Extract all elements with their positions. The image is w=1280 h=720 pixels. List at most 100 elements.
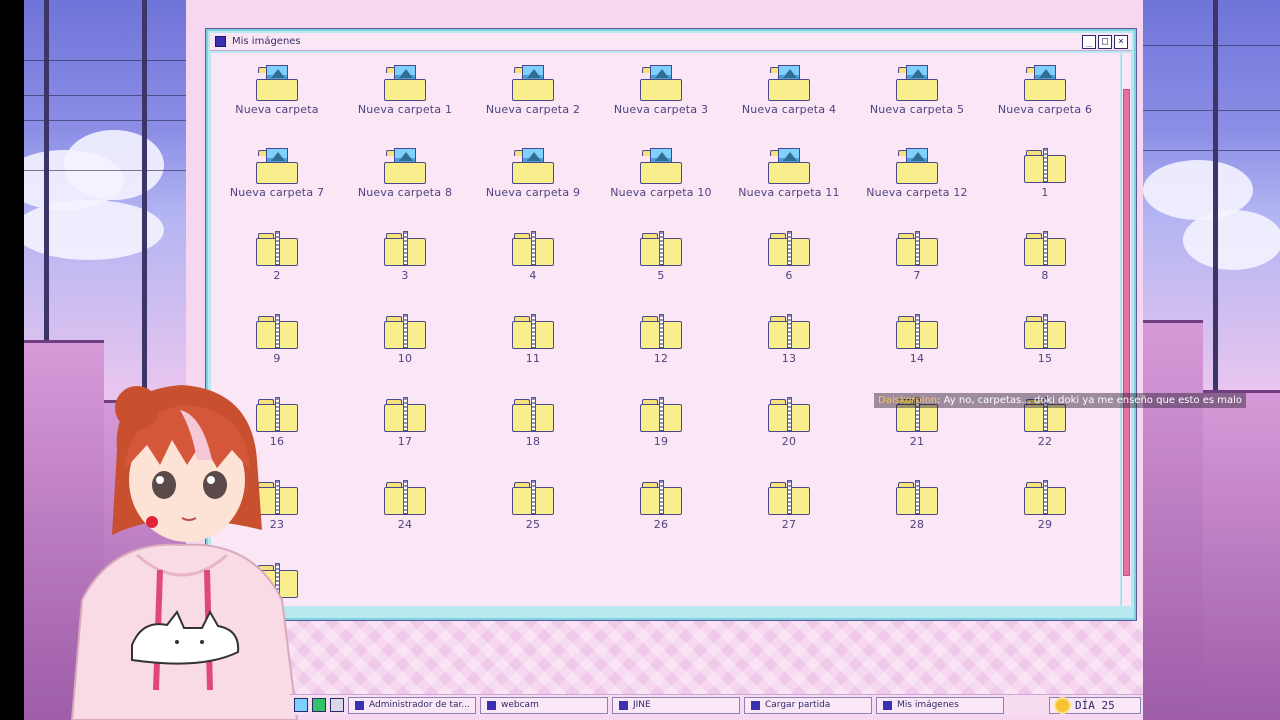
task-label: Administrador de tar... xyxy=(369,700,471,710)
folder-label: 11 xyxy=(525,352,541,365)
folder-item[interactable]: 18 xyxy=(469,391,597,474)
folder-item[interactable]: Nueva carpeta 9 xyxy=(469,142,597,225)
right-scenery xyxy=(1143,0,1280,720)
folder-item[interactable]: Nueva carpeta 11 xyxy=(725,142,853,225)
close-button[interactable]: × xyxy=(1114,34,1128,49)
zip-folder-icon xyxy=(512,480,554,516)
vertical-scrollbar[interactable] xyxy=(1121,53,1131,606)
folder-item[interactable]: Nueva carpeta 12 xyxy=(853,142,981,225)
picture-folder-icon xyxy=(640,148,682,184)
task-window-icon xyxy=(487,700,496,710)
task-label: Cargar partida xyxy=(765,700,831,710)
task-webcam[interactable]: webcam xyxy=(480,696,608,714)
folder-label: 9 xyxy=(273,352,281,365)
zip-folder-icon xyxy=(256,314,298,350)
task-label: Mis imágenes xyxy=(897,700,959,710)
folder-item[interactable]: 26 xyxy=(597,474,725,557)
folder-item[interactable]: 11 xyxy=(469,308,597,391)
zip-folder-icon xyxy=(896,231,938,267)
zip-folder-icon xyxy=(384,231,426,267)
folder-label: Nueva carpeta xyxy=(235,103,319,116)
folder-item[interactable]: 19 xyxy=(597,391,725,474)
file-grid: Nueva carpeta Nueva carpeta 1 Nueva carpet… xyxy=(211,53,1120,606)
chat-text: : Ay no, carpetas... doki doki ya me ens… xyxy=(937,395,1243,406)
folder-item[interactable]: 8 xyxy=(981,225,1109,308)
folder-item[interactable]: 14 xyxy=(853,308,981,391)
folder-item[interactable]: 7 xyxy=(853,225,981,308)
folder-item[interactable]: 1 xyxy=(981,142,1109,225)
folder-label: 14 xyxy=(909,352,925,365)
folder-label: 28 xyxy=(909,518,925,531)
task-jine[interactable]: JINE xyxy=(612,696,740,714)
scroll-thumb[interactable] xyxy=(1123,89,1130,576)
picture-folder-icon xyxy=(512,65,554,101)
folder-item[interactable]: Nueva carpeta 3 xyxy=(597,59,725,142)
sun-icon xyxy=(1056,698,1069,712)
folder-item[interactable]: 9 xyxy=(213,308,341,391)
folder-label: 25 xyxy=(525,518,541,531)
window-controls: _ □ × xyxy=(1082,34,1128,49)
picture-folder-icon xyxy=(256,65,298,101)
folder-item[interactable]: 15 xyxy=(981,308,1109,391)
folder-item[interactable]: Nueva carpeta 6 xyxy=(981,59,1109,142)
folder-label: 4 xyxy=(529,269,537,282)
folder-item[interactable]: Nueva carpeta xyxy=(213,59,341,142)
minimize-button[interactable]: _ xyxy=(1082,34,1096,49)
folder-item[interactable]: Nueva carpeta 5 xyxy=(853,59,981,142)
folder-item[interactable]: 28 xyxy=(853,474,981,557)
folder-item[interactable]: 29 xyxy=(981,474,1109,557)
folder-item[interactable]: 27 xyxy=(725,474,853,557)
picture-folder-icon xyxy=(512,148,554,184)
task-administrador[interactable]: Administrador de tar... xyxy=(348,696,476,714)
folder-label: 29 xyxy=(1037,518,1053,531)
folder-item[interactable]: Nueva carpeta 7 xyxy=(213,142,341,225)
network-icon[interactable] xyxy=(294,698,308,712)
folder-item[interactable]: 10 xyxy=(341,308,469,391)
folder-item[interactable]: 24 xyxy=(341,474,469,557)
folder-item[interactable]: 17 xyxy=(341,391,469,474)
folder-item[interactable]: Nueva carpeta 4 xyxy=(725,59,853,142)
zip-folder-icon xyxy=(640,231,682,267)
folder-item[interactable]: 5 xyxy=(597,225,725,308)
folder-label: 13 xyxy=(781,352,797,365)
folder-item[interactable]: 20 xyxy=(725,391,853,474)
explorer-window: Mis imágenes _ □ × Nueva carpeta Nueva ca… xyxy=(206,29,1136,620)
computer-icon[interactable] xyxy=(330,698,344,712)
folder-label: Nueva carpeta 12 xyxy=(866,186,968,199)
folder-item[interactable]: 13 xyxy=(725,308,853,391)
folder-item[interactable]: 6 xyxy=(725,225,853,308)
chat-message: Daiskorpion: Ay no, carpetas... doki dok… xyxy=(874,393,1247,408)
folder-item[interactable]: 12 xyxy=(597,308,725,391)
folder-label: Nueva carpeta 8 xyxy=(357,186,453,199)
folder-item[interactable]: 25 xyxy=(469,474,597,557)
folder-item[interactable]: 2 xyxy=(213,225,341,308)
folder-label: Nueva carpeta 9 xyxy=(485,186,581,199)
folder-label: 6 xyxy=(785,269,793,282)
day-label: DÍA 25 xyxy=(1075,698,1115,712)
folder-item[interactable]: 3 xyxy=(341,225,469,308)
folder-item[interactable]: Nueva carpeta 10 xyxy=(597,142,725,225)
folder-item[interactable]: Nueva carpeta 8 xyxy=(341,142,469,225)
picture-folder-icon xyxy=(640,65,682,101)
folder-label: 10 xyxy=(397,352,413,365)
desktop-pattern xyxy=(186,615,1143,695)
zip-folder-icon xyxy=(1024,314,1066,350)
task-cargar-partida[interactable]: Cargar partida xyxy=(744,696,872,714)
zip-folder-icon xyxy=(512,231,554,267)
task-mis-imagenes[interactable]: Mis imágenes xyxy=(876,696,1004,714)
window-titlebar[interactable]: Mis imágenes _ □ × xyxy=(210,33,1132,51)
picture-folder-icon xyxy=(384,148,426,184)
folder-item[interactable]: Nueva carpeta 1 xyxy=(341,59,469,142)
picture-folder-icon xyxy=(896,148,938,184)
folder-label: 26 xyxy=(653,518,669,531)
folder-item[interactable]: Nueva carpeta 2 xyxy=(469,59,597,142)
folder-label: 18 xyxy=(525,435,541,448)
folder-label: 7 xyxy=(913,269,921,282)
zip-folder-icon xyxy=(1024,148,1066,184)
window-title: Mis imágenes xyxy=(232,36,301,47)
zip-folder-icon xyxy=(768,397,810,433)
picture-folder-icon xyxy=(1024,65,1066,101)
folder-item[interactable]: 4 xyxy=(469,225,597,308)
chat-icon[interactable] xyxy=(312,698,326,712)
maximize-button[interactable]: □ xyxy=(1098,34,1112,49)
